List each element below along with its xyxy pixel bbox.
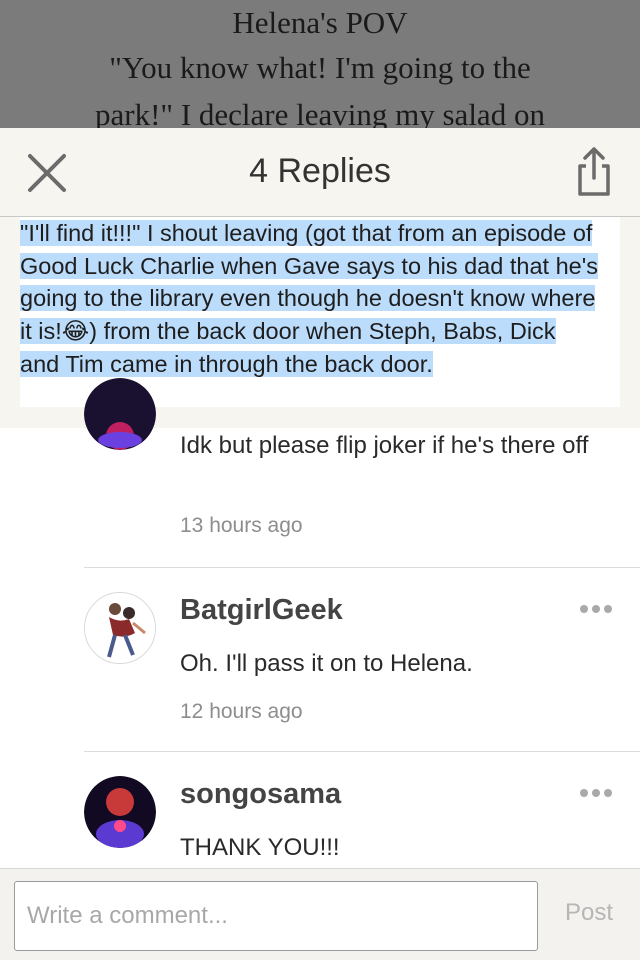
reply-text: Oh. I'll pass it on to Helena.: [180, 650, 473, 677]
story-pov-heading: Helena's POV: [232, 5, 408, 40]
reply-timestamp: 12 hours ago: [180, 700, 303, 723]
quoted-passage: "I'll find it!!!" I shout leaving (got t…: [20, 217, 600, 381]
post-button[interactable]: Post: [556, 899, 622, 927]
avatar[interactable]: [84, 592, 156, 664]
story-line: park!" I declare leaving my salad on: [95, 97, 545, 130]
highlighted-text: "I'll find it!!!" I shout leaving (got t…: [20, 220, 598, 377]
story-line: "You know what! I'm going to the: [109, 50, 531, 85]
avatar[interactable]: [84, 378, 156, 450]
avatar-image: [85, 593, 155, 663]
comment-input[interactable]: [14, 881, 538, 951]
story-background: Helena's POV "You know what! I'm going t…: [0, 0, 640, 130]
replies-header: 4 Replies: [0, 128, 640, 217]
reply-author[interactable]: BatgirlGeek: [180, 594, 343, 627]
avatar-image: [84, 378, 156, 450]
reply-item: Idk but please flip joker if he's there …: [0, 378, 640, 568]
avatar-image: [84, 776, 156, 848]
reply-author[interactable]: songosama: [180, 778, 341, 811]
reply-text: Idk but please flip joker if he's there …: [180, 432, 589, 459]
avatar[interactable]: [84, 776, 156, 848]
share-button[interactable]: [574, 146, 614, 198]
reply-item: songosama THANK YOU!!!: [0, 752, 640, 868]
comment-composer: Post: [0, 868, 640, 960]
reply-item: BatgirlGeek Oh. I'll pass it on to Helen…: [0, 568, 640, 752]
more-options-button[interactable]: [580, 598, 620, 613]
replies-title: 4 Replies: [249, 152, 391, 190]
share-icon: [578, 147, 610, 196]
reply-timestamp: 13 hours ago: [180, 514, 303, 537]
reply-text: THANK YOU!!!: [180, 834, 340, 861]
more-options-button[interactable]: [580, 782, 620, 797]
